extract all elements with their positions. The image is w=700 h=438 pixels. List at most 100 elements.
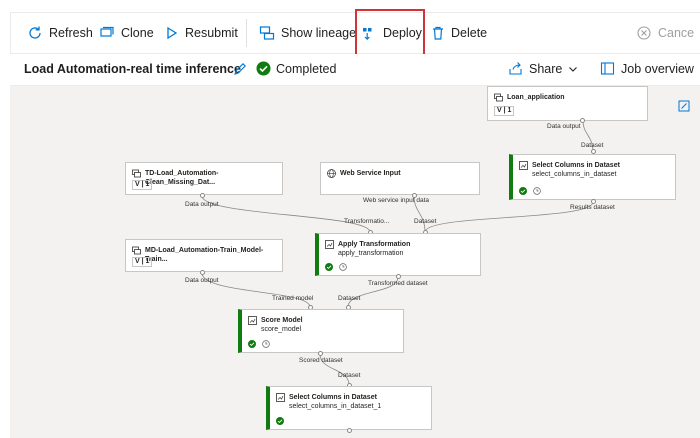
check-circle-icon <box>256 61 271 76</box>
refresh-button[interactable]: Refresh <box>27 13 93 53</box>
delete-button[interactable]: Delete <box>431 13 487 53</box>
version-number: 1 <box>145 258 150 265</box>
node-name: Loan_application <box>507 94 565 101</box>
clone-icon <box>100 26 114 37</box>
show-lineage-label: Show lineage <box>281 26 357 40</box>
job-overview-label: Job overview <box>621 61 694 76</box>
show-lineage-button[interactable]: Show lineage <box>259 13 356 53</box>
dataset-icon <box>494 93 503 102</box>
output-port[interactable] <box>396 274 401 279</box>
pipeline-canvas[interactable]: Loan_application V | 1 Data output Datas… <box>10 86 700 438</box>
chevron-down-icon <box>569 66 578 72</box>
node-apply-transformation[interactable]: Apply Transformation apply_transformation <box>315 233 481 276</box>
node-td-clean-missing[interactable]: TD-Load_Automation-Clean_Missing_Dat... … <box>125 162 283 195</box>
node-name-wrap: Apply Transformation apply_transformation <box>338 240 410 258</box>
node-title: Loan_application <box>494 93 565 102</box>
cancel-button[interactable]: Cance <box>636 13 694 53</box>
port-label: Results dataset <box>570 204 615 211</box>
resubmit-button[interactable]: Resubmit <box>165 13 238 53</box>
check-circle-icon <box>519 187 527 195</box>
node-title: Select Columns in Dataset select_columns_… <box>276 393 381 411</box>
node-footer: V | 1 <box>132 180 153 190</box>
port-label: Data output <box>547 123 581 130</box>
node-footer: V | 1 <box>494 106 515 116</box>
check-circle-icon <box>248 340 256 348</box>
node-score-model[interactable]: Score Model score_model <box>238 309 404 353</box>
node-subtitle: score_model <box>261 326 302 333</box>
toolbar-divider <box>246 19 247 47</box>
output-port[interactable] <box>318 351 323 356</box>
module-icon <box>276 393 285 402</box>
share-icon <box>509 62 522 75</box>
node-name: TD-Load_Automation-Clean_Missing_Dat... <box>145 170 219 186</box>
compute-icon <box>339 263 347 271</box>
canvas-tool-icon[interactable] <box>678 100 690 112</box>
node-name: Apply Transformation <box>338 241 411 248</box>
refresh-label: Refresh <box>49 26 93 40</box>
node-name: Select Columns in Dataset <box>532 162 620 169</box>
port-label: Dataset <box>338 372 361 379</box>
version-number: 1 <box>507 107 512 114</box>
trash-icon <box>433 26 443 40</box>
version-number: 1 <box>145 181 150 188</box>
node-footer <box>276 417 284 425</box>
module-icon <box>325 240 334 249</box>
deploy-highlight-box <box>355 9 425 57</box>
version-badge: V | 1 <box>132 257 153 267</box>
share-label: Share <box>529 61 563 76</box>
node-name: Select Columns in Dataset <box>289 394 377 401</box>
output-port[interactable] <box>200 193 205 198</box>
lineage-icon <box>259 26 275 40</box>
node-name-wrap: Select Columns in Dataset select_columns_… <box>289 393 381 411</box>
port-label: Web service input data <box>363 197 429 204</box>
port-label: Trained model <box>272 295 314 302</box>
node-name: MD-Load_Automation-Train_Model-Train... <box>145 247 264 263</box>
job-overview-button[interactable]: Job overview <box>600 61 694 76</box>
globe-icon <box>327 169 336 178</box>
clone-button[interactable]: Clone <box>99 13 154 53</box>
check-circle-icon <box>325 263 333 271</box>
output-port[interactable] <box>347 428 352 433</box>
port-label: Data output <box>185 201 219 208</box>
port-label: Dataset <box>338 295 361 302</box>
node-name-wrap: Score Model score_model <box>261 316 303 334</box>
dataset-icon <box>132 246 141 255</box>
compute-icon <box>533 187 541 195</box>
cancel-label: Cance <box>658 26 695 40</box>
resubmit-label: Resubmit <box>185 26 238 40</box>
port-label: Data output <box>185 277 219 284</box>
node-title: Select Columns in Dataset select_columns_… <box>519 161 620 179</box>
version-badge: V | 1 <box>132 180 153 190</box>
port-label: Transformatio... <box>344 218 390 225</box>
port-label: Dataset <box>581 142 604 149</box>
node-subtitle: select_columns_in_dataset_1 <box>289 403 382 410</box>
node-footer <box>519 187 541 195</box>
port-label: Scored dataset <box>299 357 343 364</box>
node-footer <box>248 340 270 348</box>
node-select-columns-2[interactable]: Select Columns in Dataset select_columns_… <box>266 386 432 430</box>
node-md-train-model[interactable]: MD-Load_Automation-Train_Model-Train... … <box>125 239 283 272</box>
clone-label: Clone <box>121 26 154 40</box>
node-title: TD-Load_Automation-Clean_Missing_Dat... <box>132 169 282 187</box>
edit-pencil-icon[interactable] <box>233 62 247 76</box>
node-subtitle: apply_transformation <box>338 250 404 257</box>
wire-tdclean-to-apply1 <box>201 195 371 233</box>
node-footer: V | 1 <box>132 257 153 267</box>
node-select-columns-1[interactable]: Select Columns in Dataset select_columns_… <box>509 154 676 200</box>
node-loan-application[interactable]: Loan_application V | 1 <box>487 86 648 121</box>
status-text: Completed <box>276 61 337 76</box>
check-circle-icon <box>276 417 284 425</box>
port-label: Transformed dataset <box>368 280 428 287</box>
node-footer <box>325 263 347 271</box>
status-badge: Completed <box>256 61 336 76</box>
output-port[interactable] <box>200 270 205 275</box>
share-button[interactable]: Share <box>508 61 584 76</box>
node-name: Web Service Input <box>340 170 401 177</box>
refresh-icon <box>29 26 41 39</box>
node-web-service-input[interactable]: Web Service Input <box>320 162 480 195</box>
node-title: Web Service Input <box>327 169 401 178</box>
node-name: Score Model <box>261 317 303 324</box>
node-title: Apply Transformation apply_transformation <box>325 240 410 258</box>
wire-select1-to-apply2 <box>424 201 594 233</box>
cancel-icon <box>637 26 651 40</box>
